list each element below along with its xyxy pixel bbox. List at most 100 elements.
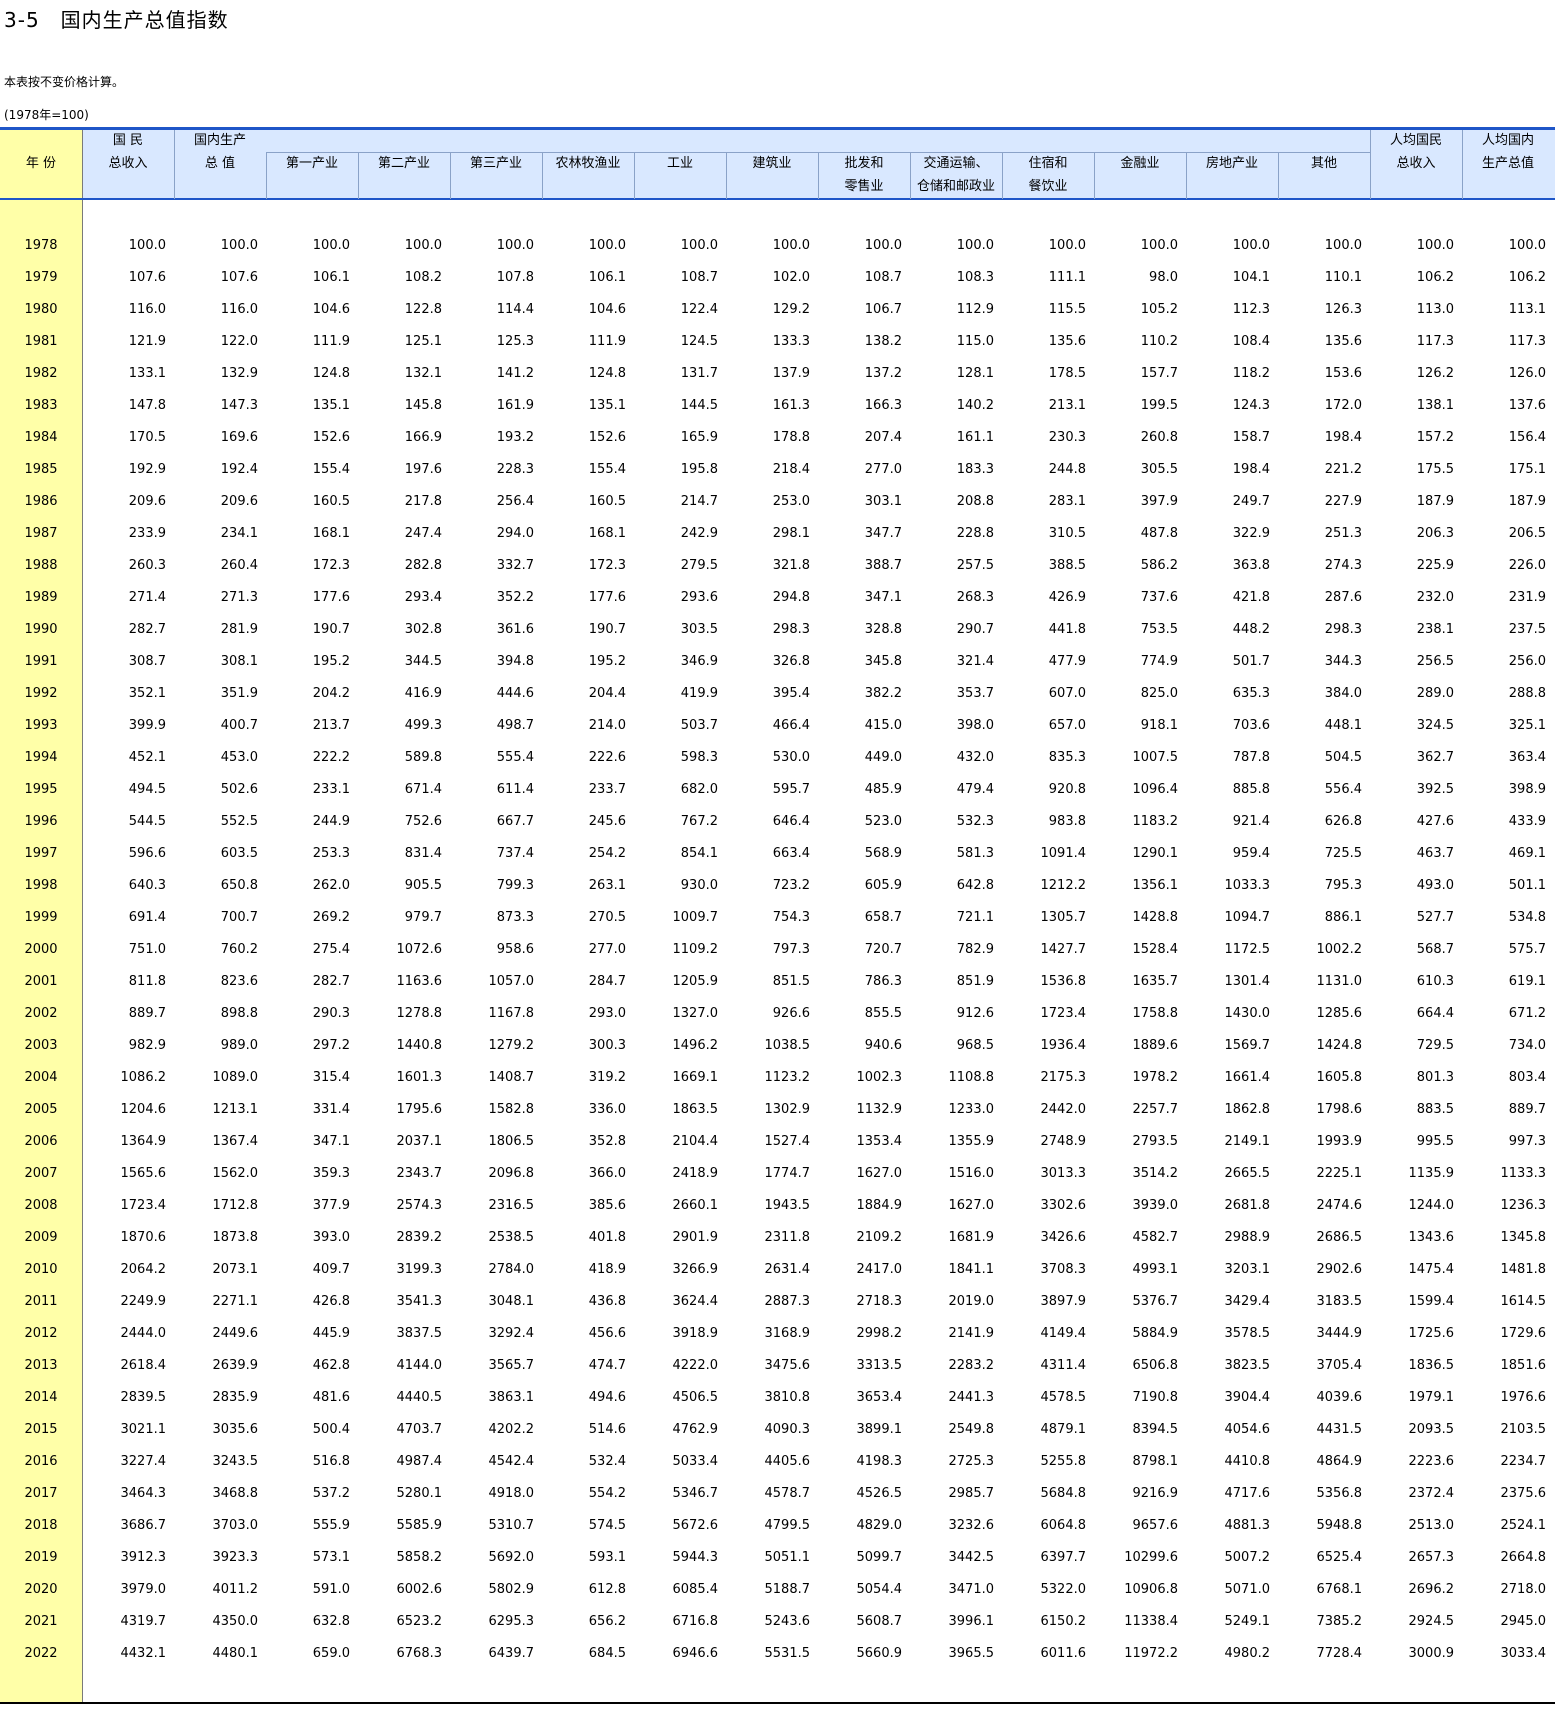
value-cell: 2073.1	[212, 1261, 259, 1277]
value-cell: 282.7	[312, 973, 350, 989]
value-cell: 1002.2	[1316, 941, 1363, 957]
header-hotel-line1: 住宿和	[1028, 156, 1068, 171]
value-cell: 141.2	[496, 365, 534, 381]
value-cell: 122.4	[680, 301, 718, 317]
year-cell: 2016	[24, 1453, 58, 1469]
value-cell: 1424.8	[1316, 1037, 1363, 1053]
bottom-rule	[0, 1702, 1555, 1704]
value-cell: 293.0	[588, 1005, 626, 1021]
value-cell: 204.4	[588, 685, 626, 701]
value-cell: 106.2	[1416, 269, 1454, 285]
value-cell: 168.1	[588, 525, 626, 541]
table-row: 2005 1204.6 1213.1 331.4 1795.6 1582.8 336.0 18…	[0, 1093, 1554, 1125]
table-row: 1985 192.9 192.4 155.4 197.6 228.3 155.4 195.8 2…	[0, 453, 1554, 485]
value-cell: 7190.8	[1132, 1389, 1179, 1405]
year-cell: 2006	[24, 1133, 58, 1149]
value-cell: 303.5	[680, 621, 718, 637]
value-cell: 108.4	[1232, 333, 1270, 349]
value-cell: 256.0	[1508, 653, 1546, 669]
value-cell: 418.9	[588, 1261, 626, 1277]
value-cell: 2311.8	[764, 1229, 811, 1245]
value-cell: 5071.0	[1224, 1581, 1271, 1597]
value-cell: 226.0	[1508, 557, 1546, 573]
value-cell: 271.4	[128, 589, 166, 605]
value-cell: 6506.8	[1132, 1357, 1179, 1373]
header-construction: 建筑业	[752, 156, 792, 171]
value-cell: 1729.6	[1500, 1325, 1547, 1341]
value-cell: 133.1	[128, 365, 166, 381]
value-cell: 940.6	[864, 1037, 902, 1053]
value-cell: 5948.8	[1316, 1517, 1363, 1533]
value-cell: 626.8	[1324, 813, 1362, 829]
value-cell: 5672.6	[672, 1517, 719, 1533]
value-cell: 3442.5	[948, 1549, 995, 1565]
value-cell: 1430.0	[1224, 1005, 1271, 1021]
value-cell: 395.4	[772, 685, 810, 701]
table-row: 2004 1086.2 1089.0 315.4 1601.3 1408.7 319.2 16…	[0, 1061, 1554, 1093]
table-row: 1998 640.3 650.8 262.0 905.5 799.3 263.1 930.0 7…	[0, 869, 1554, 901]
value-cell: 3837.5	[396, 1325, 443, 1341]
value-cell: 797.3	[772, 941, 810, 957]
value-cell: 293.4	[404, 589, 442, 605]
year-cell: 1982	[24, 365, 58, 381]
year-cell: 2002	[24, 1005, 58, 1021]
value-cell: 158.7	[1232, 429, 1270, 445]
value-cell: 100.0	[496, 237, 534, 253]
value-cell: 3904.4	[1224, 1389, 1271, 1405]
value-cell: 2449.6	[212, 1325, 259, 1341]
table-row: 1997 596.6 603.5 253.3 831.4 737.4 254.2 854.1 6…	[0, 837, 1554, 869]
value-cell: 144.5	[680, 397, 718, 413]
value-cell: 2109.2	[856, 1229, 903, 1245]
value-cell: 213.7	[312, 717, 350, 733]
value-cell: 2524.1	[1500, 1517, 1547, 1533]
value-cell: 4319.7	[120, 1613, 167, 1629]
value-cell: 2887.3	[764, 1293, 811, 1309]
value-cell: 2257.7	[1132, 1101, 1179, 1117]
value-cell: 268.3	[956, 589, 994, 605]
value-cell: 786.3	[864, 973, 902, 989]
value-cell: 595.7	[772, 781, 810, 797]
value-cell: 671.2	[1508, 1005, 1546, 1021]
value-cell: 502.6	[220, 781, 258, 797]
value-cell: 4198.3	[856, 1453, 903, 1469]
year-cell: 1986	[24, 493, 58, 509]
value-cell: 5884.9	[1132, 1325, 1179, 1341]
value-cell: 4703.7	[396, 1421, 443, 1437]
value-cell: 1205.9	[672, 973, 719, 989]
value-cell: 108.7	[864, 269, 902, 285]
value-cell: 5051.1	[764, 1549, 811, 1565]
value-cell: 398.9	[1508, 781, 1546, 797]
value-cell: 3810.8	[764, 1389, 811, 1405]
year-cell: 1996	[24, 813, 58, 829]
value-cell: 448.2	[1232, 621, 1270, 637]
value-cell: 421.8	[1232, 589, 1270, 605]
value-cell: 453.0	[220, 749, 258, 765]
value-cell: 2664.8	[1500, 1549, 1547, 1565]
value-cell: 126.0	[1508, 365, 1546, 381]
value-cell: 107.6	[220, 269, 258, 285]
value-cell: 362.7	[1416, 749, 1454, 765]
table-row: 2022 4432.1 4480.1 659.0 6768.3 6439.7 684.5 69…	[0, 1637, 1554, 1669]
value-cell: 6011.6	[1040, 1645, 1087, 1661]
value-cell: 117.3	[1508, 333, 1546, 349]
value-cell: 2748.9	[1040, 1133, 1087, 1149]
value-cell: 347.1	[864, 589, 902, 605]
value-cell: 177.6	[588, 589, 626, 605]
value-cell: 1836.5	[1408, 1357, 1455, 1373]
value-cell: 436.8	[588, 1293, 626, 1309]
table-row: 2002 889.7 898.8 290.3 1278.8 1167.8 293.0 1327…	[0, 997, 1554, 1029]
value-cell: 192.9	[128, 461, 166, 477]
value-cell: 760.2	[220, 941, 258, 957]
table-row: 1984 170.5 169.6 152.6 166.9 193.2 152.6 165.9 1…	[0, 421, 1554, 453]
value-cell: 1774.7	[764, 1165, 811, 1181]
value-cell: 2618.4	[120, 1357, 167, 1373]
value-cell: 282.8	[404, 557, 442, 573]
value-cell: 921.4	[1232, 813, 1270, 829]
value-cell: 287.6	[1324, 589, 1362, 605]
value-cell: 1212.2	[1040, 877, 1087, 893]
value-cell: 2283.2	[948, 1357, 995, 1373]
value-cell: 462.8	[312, 1357, 350, 1373]
value-cell: 3292.4	[488, 1325, 535, 1341]
header-finance: 金融业	[1120, 156, 1160, 171]
value-cell: 208.8	[956, 493, 994, 509]
